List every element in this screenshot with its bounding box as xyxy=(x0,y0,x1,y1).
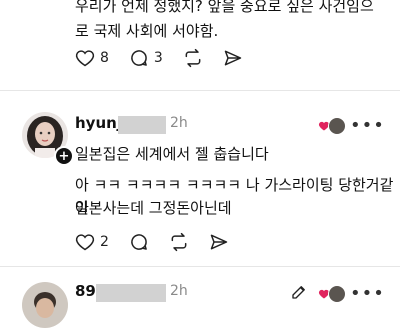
liked-by-author-badge xyxy=(316,117,346,135)
comment-icon xyxy=(131,234,147,250)
like-button[interactable]: 8 xyxy=(75,48,109,68)
divider xyxy=(0,266,400,267)
redacted-username xyxy=(96,284,166,302)
author-avatar-mini xyxy=(328,285,346,303)
like-button[interactable]: 2 xyxy=(75,232,109,252)
comment-icon xyxy=(131,50,147,66)
follow-plus-icon[interactable]: + xyxy=(54,146,74,166)
redacted-username xyxy=(118,116,166,134)
comment-button[interactable]: 3 xyxy=(129,48,163,68)
comment-actions: 2 xyxy=(75,232,249,252)
liked-by-author-badge xyxy=(316,285,346,303)
post-text-line-2: 로 국제 사회에 서야함. xyxy=(75,22,219,40)
repost-icon xyxy=(185,48,201,68)
comment-count: 3 xyxy=(153,50,163,66)
post-actions: 8 3 xyxy=(75,48,263,68)
divider xyxy=(0,90,400,91)
post-text: 우리가 언제 정했지? 앞을 중요로 싶은 사건임으 로 국제 사회에 서야함. xyxy=(75,0,395,44)
username[interactable]: hyunj xyxy=(75,114,122,132)
post-text-line-1: 우리가 언제 정했지? 앞을 중요로 싶은 사건임으 xyxy=(75,0,374,15)
like-count: 2 xyxy=(100,234,109,250)
heart-icon xyxy=(75,50,95,67)
like-count: 8 xyxy=(100,50,109,66)
send-icon xyxy=(210,234,228,250)
more-options-icon[interactable]: ••• xyxy=(350,115,385,136)
comment-text-line-1: 일본집은 세계에서 젤 춥습니다 xyxy=(75,145,269,163)
edit-icon[interactable] xyxy=(290,283,308,305)
avatar[interactable] xyxy=(22,282,68,328)
share-button[interactable] xyxy=(223,48,243,68)
avatar-photo xyxy=(22,282,68,328)
timestamp: 2h xyxy=(170,115,188,131)
share-button[interactable] xyxy=(209,232,229,252)
repost-button[interactable] xyxy=(169,232,189,252)
comment-button[interactable] xyxy=(129,232,149,252)
author-avatar-mini xyxy=(328,117,346,135)
send-icon xyxy=(224,50,242,66)
heart-icon xyxy=(75,234,95,251)
repost-button[interactable] xyxy=(183,48,203,68)
username[interactable]: 89 xyxy=(75,282,96,300)
timestamp: 2h xyxy=(170,283,188,299)
comment-text-line-3: 일본사는데 그정돈아닌데 xyxy=(75,199,232,217)
more-options-icon[interactable]: ••• xyxy=(350,283,385,304)
repost-icon xyxy=(171,232,187,252)
